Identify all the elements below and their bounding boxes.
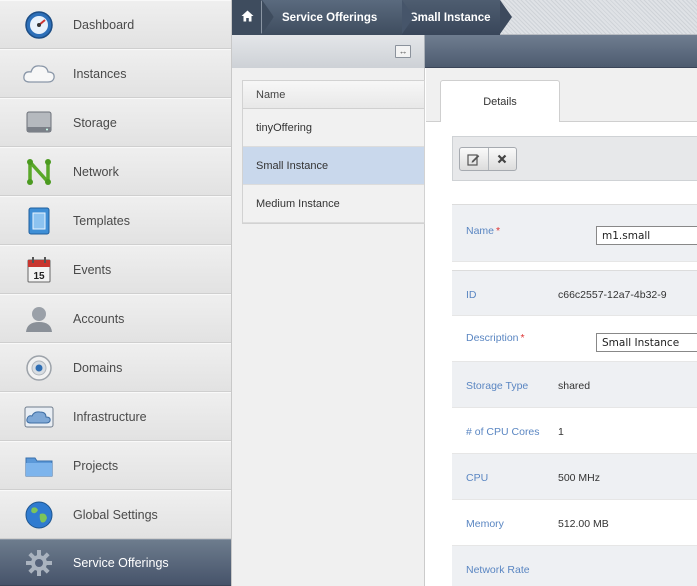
tab-details[interactable]: Details xyxy=(440,80,560,122)
globe-icon xyxy=(22,500,56,530)
description-field[interactable]: Small Instance xyxy=(596,333,697,352)
field-label: Network Rate xyxy=(466,564,530,576)
sidebar: Dashboard Instances Storage Network Temp… xyxy=(0,0,232,586)
nav-label: Network xyxy=(73,164,119,179)
folder-icon xyxy=(22,451,56,481)
list-item[interactable]: tinyOffering xyxy=(243,109,424,147)
nav-item-templates[interactable]: Templates xyxy=(0,196,231,245)
nav-label: Accounts xyxy=(73,311,125,326)
nav-label: Dashboard xyxy=(73,17,135,32)
field-label: CPU xyxy=(466,472,489,484)
detail-panel: Name * m1.small ID c66c2557-12a7-4b32-9 D… xyxy=(426,68,697,586)
field-value: 1 xyxy=(558,426,564,438)
field-value: 512.00 MB xyxy=(558,518,609,530)
field-row-network-rate: Network Rate xyxy=(452,546,697,586)
dashboard-icon xyxy=(22,10,56,40)
nav-item-infrastructure[interactable]: Infrastructure xyxy=(0,392,231,441)
field-row-cpu: CPU 500 MHz xyxy=(452,454,697,500)
infrastructure-icon xyxy=(22,402,56,432)
nav-label: Domains xyxy=(73,360,123,375)
field-label: Storage Type xyxy=(466,380,529,392)
field-label: ID xyxy=(466,289,477,301)
action-buttons xyxy=(459,147,517,171)
remove-icon[interactable] xyxy=(487,148,516,170)
nav-label: Projects xyxy=(73,458,119,473)
field-row-memory: Memory 512.00 MB xyxy=(452,500,697,546)
user-icon xyxy=(22,304,56,334)
domains-icon xyxy=(22,353,56,383)
field-value: shared xyxy=(558,380,591,392)
field-value: 500 MHz xyxy=(558,472,601,484)
breadcrumb-separator xyxy=(262,0,274,34)
breadcrumb-small-instance[interactable]: Small Instance xyxy=(402,0,500,35)
nav-item-storage[interactable]: Storage xyxy=(0,98,231,147)
breadcrumb-separator xyxy=(402,0,414,34)
edit-icon[interactable] xyxy=(460,148,488,170)
nav-label: Templates xyxy=(73,213,130,228)
field-label: Memory xyxy=(466,518,504,530)
network-icon xyxy=(22,157,56,187)
name-field[interactable]: m1.small xyxy=(596,226,697,245)
breadcrumb: Service Offerings Small Instance xyxy=(232,0,697,35)
gear-icon xyxy=(22,548,56,578)
list-item[interactable]: Small Instance xyxy=(243,147,424,185)
field-row-storage-type: Storage Type shared xyxy=(452,362,697,408)
nav-item-global-settings[interactable]: Global Settings xyxy=(0,490,231,539)
field-label: # of CPU Cores xyxy=(466,426,540,438)
nav-label: Infrastructure xyxy=(73,409,147,424)
nav-item-instances[interactable]: Instances xyxy=(0,49,231,98)
nav-item-network[interactable]: Network xyxy=(0,147,231,196)
home-icon xyxy=(241,10,254,25)
field-value: c66c2557-12a7-4b32-9 xyxy=(558,289,667,301)
action-bar xyxy=(452,136,697,181)
nav-label: Instances xyxy=(73,66,127,81)
offerings-list: Name tinyOffering Small Instance Medium … xyxy=(242,80,425,224)
toolbar: ↔ xyxy=(232,35,697,68)
field-row-name: Name * m1.small xyxy=(452,204,697,262)
field-row-description: Description * Small Instance xyxy=(452,316,697,362)
detail-body: Name * m1.small ID c66c2557-12a7-4b32-9 D… xyxy=(426,121,697,586)
nav-label: Service Offerings xyxy=(73,555,169,570)
nav-item-domains[interactable]: Domains xyxy=(0,343,231,392)
breadcrumb-separator xyxy=(500,0,512,34)
field-row-cpu-cores: # of CPU Cores 1 xyxy=(452,408,697,454)
calendar-icon: 15 xyxy=(22,255,56,285)
nav-item-events[interactable]: 15 Events xyxy=(0,245,231,294)
breadcrumb-home[interactable] xyxy=(232,0,262,35)
field-label: Name * xyxy=(466,225,501,237)
nav-item-projects[interactable]: Projects xyxy=(0,441,231,490)
svg-text:15: 15 xyxy=(33,271,45,282)
nav-item-accounts[interactable]: Accounts xyxy=(0,294,231,343)
nav-label: Events xyxy=(73,262,112,277)
list-toolbar: ↔ xyxy=(232,35,425,68)
detail-fields: Name * m1.small ID c66c2557-12a7-4b32-9 D… xyxy=(452,204,697,586)
breadcrumb-service-offerings[interactable]: Service Offerings xyxy=(262,0,402,35)
nav-label: Global Settings xyxy=(73,507,158,522)
list-header-name[interactable]: Name xyxy=(243,81,424,109)
field-label: Description * xyxy=(466,332,525,344)
nav-item-dashboard[interactable]: Dashboard xyxy=(0,0,231,49)
cloud-icon xyxy=(22,59,56,89)
list-panel: Name tinyOffering Small Instance Medium … xyxy=(232,68,425,586)
nav-label: Storage xyxy=(73,115,117,130)
storage-icon xyxy=(22,108,56,138)
list-item[interactable]: Medium Instance xyxy=(243,185,424,223)
nav-item-service-offerings[interactable]: Service Offerings xyxy=(0,539,231,586)
expand-icon[interactable]: ↔ xyxy=(395,45,411,58)
field-row-id: ID c66c2557-12a7-4b32-9 xyxy=(452,270,697,316)
templates-icon xyxy=(22,206,56,236)
